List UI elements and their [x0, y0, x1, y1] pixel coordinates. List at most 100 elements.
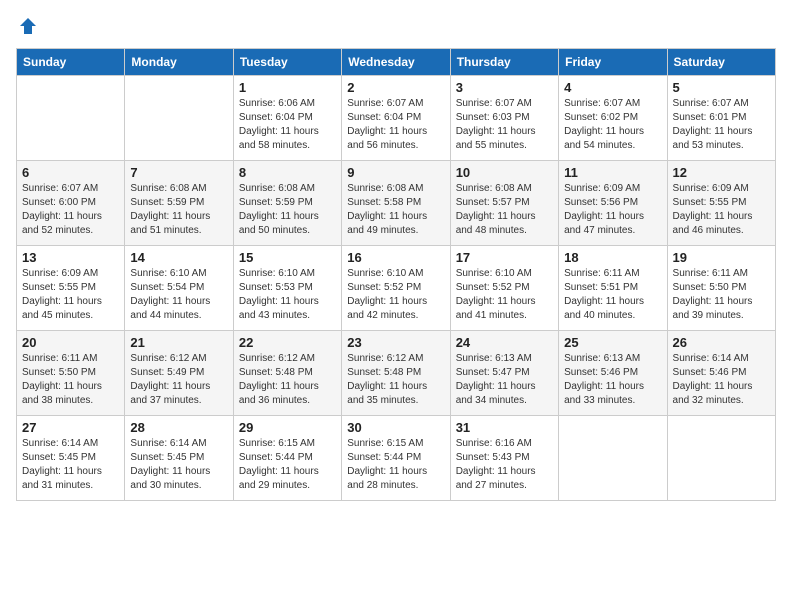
day-info: Sunrise: 6:08 AMSunset: 5:59 PMDaylight:…: [239, 182, 336, 238]
day-number: 26: [673, 335, 770, 350]
day-number: 4: [564, 80, 661, 95]
day-info: Sunrise: 6:11 AMSunset: 5:50 PMDaylight:…: [673, 267, 770, 323]
calendar-week-row: 20 Sunrise: 6:11 AMSunset: 5:50 PMDayligh…: [17, 331, 776, 416]
day-number: 2: [347, 80, 444, 95]
calendar-day-cell: 7 Sunrise: 6:08 AMSunset: 5:59 PMDaylight…: [125, 161, 233, 246]
day-number: 17: [456, 250, 553, 265]
calendar-day-cell: 21Sunrise: 6:12 AMSunset: 5:49 PMDayligh…: [125, 331, 233, 416]
day-of-week-header: Tuesday: [233, 49, 341, 76]
day-info: Sunrise: 6:13 AMSunset: 5:46 PMDaylight:…: [564, 352, 661, 408]
day-number: 18: [564, 250, 661, 265]
day-info: Sunrise: 6:08 AMSunset: 5:57 PMDaylight:…: [456, 182, 553, 238]
day-info: Sunrise: 6:10 AMSunset: 5:52 PMDaylight:…: [456, 267, 553, 323]
day-info: Sunrise: 6:12 AMSunset: 5:48 PMDaylight:…: [347, 352, 444, 408]
day-info: Sunrise: 6:08 AMSunset: 5:59 PMDaylight:…: [130, 182, 227, 238]
day-number: 8: [239, 165, 336, 180]
calendar-day-cell: 18Sunrise: 6:11 AMSunset: 5:51 PMDayligh…: [559, 246, 667, 331]
calendar-day-cell: 8 Sunrise: 6:08 AMSunset: 5:59 PMDaylight…: [233, 161, 341, 246]
calendar-day-cell: 13 Sunrise: 6:09 AMSunset: 5:55 PMDayligh…: [17, 246, 125, 331]
calendar-day-cell: 5 Sunrise: 6:07 AMSunset: 6:01 PMDaylight…: [667, 76, 775, 161]
calendar-day-cell: 1 Sunrise: 6:06 AMSunset: 6:04 PMDaylight…: [233, 76, 341, 161]
calendar-day-cell: 22 Sunrise: 6:12 AMSunset: 5:48 PMDayligh…: [233, 331, 341, 416]
calendar-day-cell: 16 Sunrise: 6:10 AMSunset: 5:52 PMDayligh…: [342, 246, 450, 331]
calendar-day-cell: [559, 416, 667, 501]
day-number: 25: [564, 335, 661, 350]
day-number: 15: [239, 250, 336, 265]
day-number: 3: [456, 80, 553, 95]
calendar-day-cell: 23 Sunrise: 6:12 AMSunset: 5:48 PMDayligh…: [342, 331, 450, 416]
day-info: Sunrise: 6:07 AMSunset: 6:04 PMDaylight:…: [347, 97, 444, 153]
day-number: 23: [347, 335, 444, 350]
day-info: Sunrise: 6:07 AMSunset: 6:03 PMDaylight:…: [456, 97, 553, 153]
day-info: Sunrise: 6:15 AMSunset: 5:44 PMDaylight:…: [239, 437, 336, 493]
day-of-week-header: Wednesday: [342, 49, 450, 76]
day-number: 20: [22, 335, 119, 350]
day-info: Sunrise: 6:07 AMSunset: 6:00 PMDaylight:…: [22, 182, 119, 238]
calendar-day-cell: 6 Sunrise: 6:07 AMSunset: 6:00 PMDaylight…: [17, 161, 125, 246]
day-info: Sunrise: 6:09 AMSunset: 5:55 PMDaylight:…: [673, 182, 770, 238]
calendar-day-cell: 26 Sunrise: 6:14 AMSunset: 5:46 PMDayligh…: [667, 331, 775, 416]
day-info: Sunrise: 6:07 AMSunset: 6:02 PMDaylight:…: [564, 97, 661, 153]
calendar-day-cell: 12 Sunrise: 6:09 AMSunset: 5:55 PMDayligh…: [667, 161, 775, 246]
day-info: Sunrise: 6:06 AMSunset: 6:04 PMDaylight:…: [239, 97, 336, 153]
day-number: 27: [22, 420, 119, 435]
calendar-day-cell: [125, 76, 233, 161]
calendar-day-cell: 20 Sunrise: 6:11 AMSunset: 5:50 PMDayligh…: [17, 331, 125, 416]
day-of-week-header: Friday: [559, 49, 667, 76]
day-number: 1: [239, 80, 336, 95]
day-info: Sunrise: 6:13 AMSunset: 5:47 PMDaylight:…: [456, 352, 553, 408]
day-of-week-header: Saturday: [667, 49, 775, 76]
day-number: 22: [239, 335, 336, 350]
day-info: Sunrise: 6:16 AMSunset: 5:43 PMDaylight:…: [456, 437, 553, 493]
calendar-day-cell: [667, 416, 775, 501]
day-info: Sunrise: 6:10 AMSunset: 5:54 PMDaylight:…: [130, 267, 227, 323]
day-info: Sunrise: 6:11 AMSunset: 5:50 PMDaylight:…: [22, 352, 119, 408]
day-of-week-header: Monday: [125, 49, 233, 76]
calendar-day-cell: 17 Sunrise: 6:10 AMSunset: 5:52 PMDayligh…: [450, 246, 558, 331]
day-info: Sunrise: 6:09 AMSunset: 5:56 PMDaylight:…: [564, 182, 661, 238]
calendar-day-cell: 4 Sunrise: 6:07 AMSunset: 6:02 PMDaylight…: [559, 76, 667, 161]
logo: [16, 16, 39, 36]
day-number: 24: [456, 335, 553, 350]
calendar-table: SundayMondayTuesdayWednesdayThursdayFrid…: [16, 48, 776, 501]
calendar-week-row: 27 Sunrise: 6:14 AMSunset: 5:45 PMDayligh…: [17, 416, 776, 501]
calendar-day-cell: 31 Sunrise: 6:16 AMSunset: 5:43 PMDayligh…: [450, 416, 558, 501]
calendar-day-cell: 2 Sunrise: 6:07 AMSunset: 6:04 PMDaylight…: [342, 76, 450, 161]
calendar-day-cell: 11 Sunrise: 6:09 AMSunset: 5:56 PMDayligh…: [559, 161, 667, 246]
day-info: Sunrise: 6:09 AMSunset: 5:55 PMDaylight:…: [22, 267, 119, 323]
day-number: 30: [347, 420, 444, 435]
day-number: 29: [239, 420, 336, 435]
day-info: Sunrise: 6:07 AMSunset: 6:01 PMDaylight:…: [673, 97, 770, 153]
calendar-day-cell: 3 Sunrise: 6:07 AMSunset: 6:03 PMDaylight…: [450, 76, 558, 161]
calendar-day-cell: 19Sunrise: 6:11 AMSunset: 5:50 PMDayligh…: [667, 246, 775, 331]
calendar-day-cell: 9Sunrise: 6:08 AMSunset: 5:58 PMDaylight…: [342, 161, 450, 246]
calendar-day-cell: 28 Sunrise: 6:14 AMSunset: 5:45 PMDayligh…: [125, 416, 233, 501]
day-number: 10: [456, 165, 553, 180]
day-info: Sunrise: 6:14 AMSunset: 5:45 PMDaylight:…: [22, 437, 119, 493]
logo-icon: [18, 16, 38, 36]
calendar-day-cell: [17, 76, 125, 161]
day-info: Sunrise: 6:14 AMSunset: 5:45 PMDaylight:…: [130, 437, 227, 493]
calendar-day-cell: 30 Sunrise: 6:15 AMSunset: 5:44 PMDayligh…: [342, 416, 450, 501]
day-number: 28: [130, 420, 227, 435]
day-of-week-header: Thursday: [450, 49, 558, 76]
day-number: 6: [22, 165, 119, 180]
day-info: Sunrise: 6:14 AMSunset: 5:46 PMDaylight:…: [673, 352, 770, 408]
day-number: 11: [564, 165, 661, 180]
calendar-week-row: 6 Sunrise: 6:07 AMSunset: 6:00 PMDaylight…: [17, 161, 776, 246]
day-info: Sunrise: 6:15 AMSunset: 5:44 PMDaylight:…: [347, 437, 444, 493]
day-number: 7: [130, 165, 227, 180]
page-header: [16, 16, 776, 36]
day-info: Sunrise: 6:10 AMSunset: 5:52 PMDaylight:…: [347, 267, 444, 323]
day-number: 13: [22, 250, 119, 265]
calendar-day-cell: 25 Sunrise: 6:13 AMSunset: 5:46 PMDayligh…: [559, 331, 667, 416]
calendar-day-cell: 29 Sunrise: 6:15 AMSunset: 5:44 PMDayligh…: [233, 416, 341, 501]
calendar-day-cell: 27 Sunrise: 6:14 AMSunset: 5:45 PMDayligh…: [17, 416, 125, 501]
day-number: 12: [673, 165, 770, 180]
day-number: 31: [456, 420, 553, 435]
day-number: 14: [130, 250, 227, 265]
day-number: 21: [130, 335, 227, 350]
day-info: Sunrise: 6:12 AMSunset: 5:48 PMDaylight:…: [239, 352, 336, 408]
day-number: 16: [347, 250, 444, 265]
day-number: 5: [673, 80, 770, 95]
